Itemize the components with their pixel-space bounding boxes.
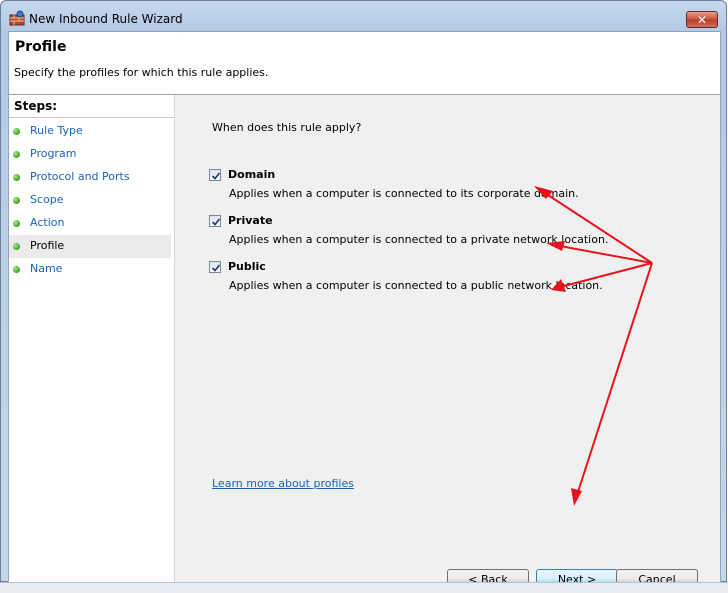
- steps-sidebar: Steps: Rule Type Program Protocol and Po…: [9, 95, 175, 582]
- green-dot-icon: [13, 174, 20, 181]
- green-dot-icon: [13, 151, 20, 158]
- domain-checkbox[interactable]: [209, 169, 221, 181]
- question-text: When does this rule apply?: [212, 121, 362, 134]
- option-public: Public Applies when a computer is connec…: [209, 259, 629, 299]
- green-dot-icon: [13, 243, 20, 250]
- steps-heading: Steps:: [14, 99, 58, 113]
- title-bar: New Inbound Rule Wizard ✕: [1, 1, 728, 33]
- sidebar-item-rule-type[interactable]: Rule Type: [9, 121, 171, 142]
- close-button[interactable]: ✕: [686, 11, 718, 28]
- option-private: Private Applies when a computer is conne…: [209, 213, 629, 253]
- close-icon: ✕: [696, 13, 708, 27]
- private-checkbox[interactable]: [209, 215, 221, 227]
- sidebar-item-label: Profile: [30, 239, 65, 252]
- sidebar-item-label: Program: [30, 147, 77, 160]
- page-title: Profile: [15, 39, 67, 55]
- checkmark-icon: [211, 172, 221, 180]
- wizard-window: New Inbound Rule Wizard ✕ Profile Specif…: [0, 0, 728, 590]
- green-dot-icon: [13, 220, 20, 227]
- sidebar-item-name[interactable]: Name: [9, 259, 171, 280]
- sidebar-item-label: Action: [30, 216, 65, 229]
- checkmark-icon: [211, 264, 221, 272]
- public-description: Applies when a computer is connected to …: [229, 279, 603, 292]
- sidebar-item-label: Scope: [30, 193, 64, 206]
- option-domain: Domain Applies when a computer is connec…: [209, 167, 629, 207]
- wizard-header: Profile Specify the profiles for which t…: [9, 32, 720, 95]
- sidebar-item-protocol-and-ports[interactable]: Protocol and Ports: [9, 167, 171, 188]
- public-label: Public: [228, 260, 266, 273]
- sidebar-item-action[interactable]: Action: [9, 213, 171, 234]
- sidebar-item-program[interactable]: Program: [9, 144, 171, 165]
- learn-more-link[interactable]: Learn more about profiles: [212, 477, 354, 490]
- domain-description: Applies when a computer is connected to …: [229, 187, 579, 200]
- green-dot-icon: [13, 266, 20, 273]
- green-dot-icon: [13, 128, 20, 135]
- sidebar-item-label: Rule Type: [30, 124, 83, 137]
- firewall-icon: [9, 10, 25, 26]
- domain-label: Domain: [228, 168, 276, 181]
- sidebar-item-label: Name: [30, 262, 63, 275]
- private-description: Applies when a computer is connected to …: [229, 233, 609, 246]
- sidebar-item-scope[interactable]: Scope: [9, 190, 171, 211]
- sidebar-item-profile[interactable]: Profile: [9, 235, 171, 258]
- profile-content: When does this rule apply? Domain Applie…: [175, 95, 720, 590]
- steps-divider: [9, 117, 174, 118]
- green-dot-icon: [13, 197, 20, 204]
- wizard-client: Profile Specify the profiles for which t…: [8, 31, 721, 590]
- private-label: Private: [228, 214, 273, 227]
- window-title: New Inbound Rule Wizard: [29, 12, 183, 26]
- checkmark-icon: [211, 218, 221, 226]
- background-window-strip: [0, 582, 728, 593]
- public-checkbox[interactable]: [209, 261, 221, 273]
- sidebar-item-label: Protocol and Ports: [30, 170, 130, 183]
- page-description: Specify the profiles for which this rule…: [14, 66, 269, 79]
